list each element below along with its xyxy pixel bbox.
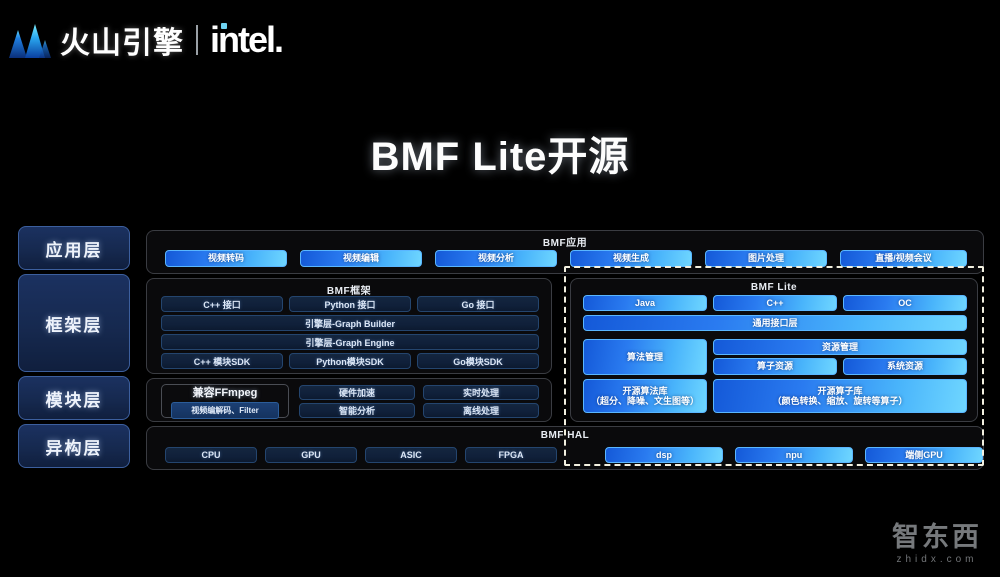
lite-resource-management[interactable]: 资源管理 [713, 339, 967, 355]
framework-engine-graph-engine[interactable]: 引擎层-Graph Engine [161, 334, 539, 350]
app-item-image-processing[interactable]: 图片处理 [705, 250, 827, 267]
module-item-hardware-accel[interactable]: 硬件加速 [299, 385, 415, 400]
architecture-diagram: 应用层 框架层 模块层 异构层 BMF应用 视频转码 视频编辑 视频分析 视频生… [0, 222, 1000, 477]
bmf-lite-title: BMF Lite [750, 282, 798, 293]
module-ffmpeg-group[interactable]: 兼容FFmpeg 视频编解码、Filter [161, 384, 289, 419]
partner-logo-text: intel [210, 19, 276, 60]
bmf-lite-panel: BMF Lite Java C++ OC 通用接口层 算法管理 资源管理 算子资… [570, 278, 978, 422]
app-item-video-transcode[interactable]: 视频转码 [165, 250, 287, 267]
layer-label-framework: 框架层 [18, 274, 130, 372]
layer-label-heterogeneous: 异构层 [18, 424, 130, 468]
page-title: BMF Lite开源 [370, 135, 630, 179]
bmf-framework-title: BMF框架 [326, 286, 372, 297]
app-item-live-conference[interactable]: 直播/视频会议 [840, 250, 967, 267]
bmf-application-title: BMF应用 [542, 238, 588, 249]
framework-interface-python[interactable]: Python 接口 [289, 296, 411, 312]
hal-item-npu[interactable]: npu [735, 447, 853, 463]
lite-language-cpp[interactable]: C++ [713, 295, 837, 311]
lite-resource-system[interactable]: 系统资源 [843, 358, 967, 375]
hal-item-dsp[interactable]: dsp [605, 447, 723, 463]
lite-open-operator-library-sub: （颜色转换、缩放、旋转等算子） [772, 396, 908, 406]
app-item-video-analysis[interactable]: 视频分析 [435, 250, 557, 267]
framework-sdk-cpp[interactable]: C++ 模块SDK [161, 353, 283, 369]
lite-resource-operator[interactable]: 算子资源 [713, 358, 837, 375]
bmf-module-panel: 兼容FFmpeg 视频编解码、Filter 硬件加速 实时处理 智能分析 离线处… [146, 378, 552, 422]
layer-label-column: 应用层 框架层 模块层 异构层 [18, 222, 130, 477]
lite-common-api-layer[interactable]: 通用接口层 [583, 315, 967, 331]
module-item-realtime[interactable]: 实时处理 [423, 385, 539, 400]
framework-interface-cpp[interactable]: C++ 接口 [161, 296, 283, 312]
app-item-video-edit[interactable]: 视频编辑 [300, 250, 422, 267]
app-item-video-generation[interactable]: 视频生成 [570, 250, 692, 267]
layer-label-application: 应用层 [18, 226, 130, 270]
bmf-framework-panel: BMF框架 C++ 接口 Python 接口 Go 接口 引擎层-Graph B… [146, 278, 552, 374]
module-item-smart-analysis[interactable]: 智能分析 [299, 403, 415, 418]
lite-language-java[interactable]: Java [583, 295, 707, 311]
bmf-hal-panel: BMF HAL CPU GPU ASIC FPGA dsp npu 端侧GPU [146, 426, 984, 470]
hal-item-asic[interactable]: ASIC [365, 447, 457, 463]
lite-open-operator-library-title: 开源算子库 [817, 385, 863, 396]
lite-open-operator-library[interactable]: 开源算子库 （颜色转换、缩放、旋转等算子） [713, 379, 967, 413]
lite-open-algorithm-library[interactable]: 开源算法库 （超分、降噪、文生图等） [583, 379, 707, 413]
lite-open-algorithm-library-sub: （超分、降噪、文生图等） [590, 396, 699, 406]
module-ffmpeg-title: 兼容FFmpeg [192, 386, 258, 399]
hal-item-gpu[interactable]: GPU [265, 447, 357, 463]
partner-logo-intel: intel. [210, 19, 284, 61]
hal-item-device-gpu[interactable]: 端侧GPU [865, 447, 983, 463]
intel-i-dot-icon [221, 23, 227, 29]
watermark: 智东西 zhidx.com [892, 522, 982, 566]
watermark-en: zhidx.com [896, 554, 978, 565]
layer-label-module: 模块层 [18, 376, 130, 420]
module-ffmpeg-subtitle: 视频编解码、Filter [170, 401, 280, 419]
lite-open-algorithm-library-title: 开源算法库 [622, 385, 668, 396]
hal-item-fpga[interactable]: FPGA [465, 447, 557, 463]
hal-item-cpu[interactable]: CPU [165, 447, 257, 463]
framework-interface-go[interactable]: Go 接口 [417, 296, 539, 312]
brand-bar: 火山引擎 intel. [0, 0, 1000, 80]
framework-engine-graph-builder[interactable]: 引擎层-Graph Builder [161, 315, 539, 331]
bmf-hal-title: BMF HAL [540, 430, 590, 441]
framework-sdk-python[interactable]: Python模块SDK [289, 353, 411, 369]
watermark-cn: 智东西 [892, 522, 982, 552]
volcano-engine-mountain-icon [9, 24, 51, 58]
lite-language-oc[interactable]: OC [843, 295, 967, 311]
lite-algorithm-management[interactable]: 算法管理 [583, 339, 707, 375]
brand-name-cn: 火山引擎 [60, 27, 184, 60]
brand-divider [196, 25, 198, 55]
bmf-application-panel: BMF应用 视频转码 视频编辑 视频分析 视频生成 图片处理 直播/视频会议 [146, 230, 984, 274]
module-item-offline[interactable]: 离线处理 [423, 403, 539, 418]
framework-sdk-go[interactable]: Go模块SDK [417, 353, 539, 369]
partner-logo-suffix: . [274, 19, 284, 60]
